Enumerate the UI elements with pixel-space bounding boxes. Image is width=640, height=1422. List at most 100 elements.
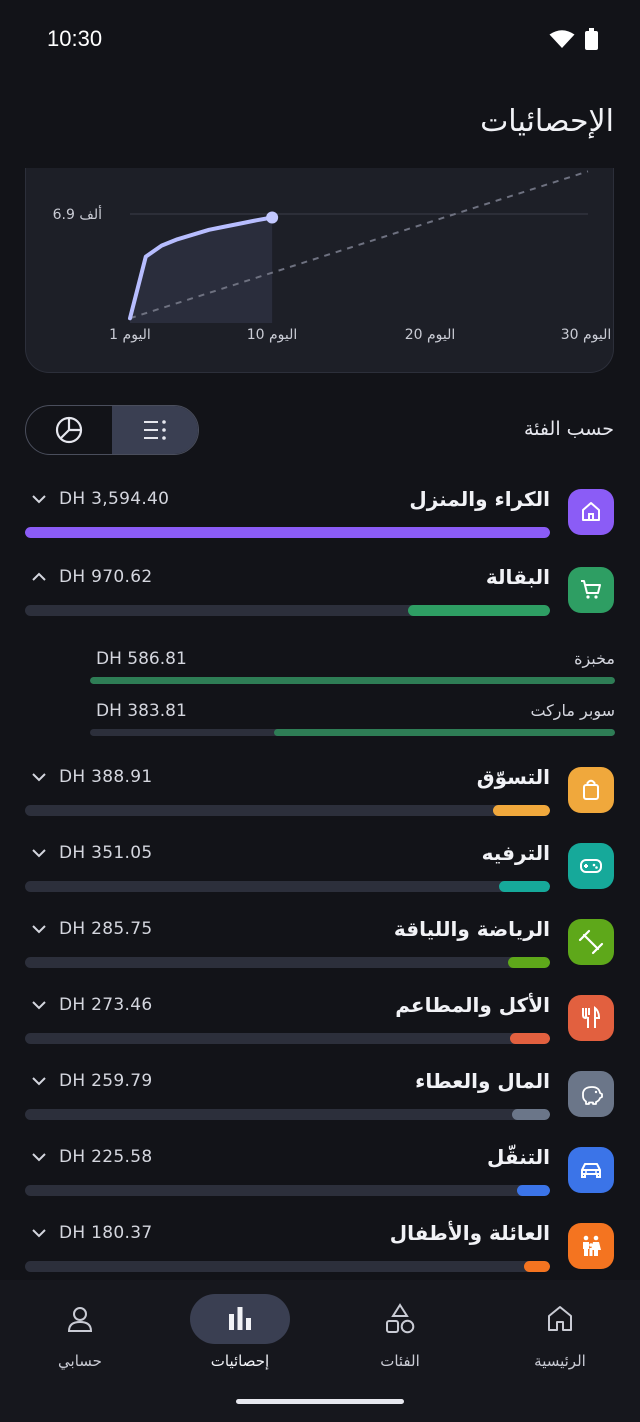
- list-view-button[interactable]: [112, 406, 198, 454]
- category-progress-bar: [25, 1033, 550, 1044]
- category-amount: DH 970.62: [59, 567, 153, 587]
- subcategory-row[interactable]: مخبزة DH 586.81: [90, 649, 615, 689]
- shapes-icon: [386, 1303, 415, 1334]
- category-progress-fill: [408, 605, 550, 616]
- by-category-label: حسب الفئة: [524, 418, 614, 440]
- nav-label-statistics: إحصائيات: [210, 1352, 270, 1370]
- gamepad-icon: [580, 859, 602, 873]
- chevron-up-icon[interactable]: [31, 569, 47, 589]
- category-row[interactable]: التنقّل DH 225.58: [25, 1145, 614, 1205]
- category-name: التنقّل: [487, 1145, 550, 1169]
- chevron-down-icon[interactable]: [31, 1225, 47, 1245]
- bag-icon: [583, 779, 599, 800]
- category-progress-fill: [512, 1109, 550, 1120]
- status-bar: 10:30: [0, 0, 640, 80]
- bar-chart-icon: [229, 1307, 251, 1330]
- subcategory-progress-bar: [90, 677, 615, 684]
- pie-chart-icon: [55, 416, 83, 444]
- chevron-down-icon[interactable]: [31, 1073, 47, 1093]
- utensils-icon: [582, 1005, 601, 1028]
- cart-icon: [581, 580, 601, 599]
- status-time: 10:30: [47, 26, 103, 51]
- nav-label-home: الرئيسية: [534, 1352, 586, 1370]
- category-name: البقالة: [485, 565, 550, 589]
- chevron-down-icon[interactable]: [31, 845, 47, 865]
- category-progress-fill: [25, 527, 550, 538]
- category-name: الكراء والمنزل: [409, 487, 550, 511]
- category-amount: DH 388.91: [59, 767, 153, 787]
- category-progress-fill: [508, 957, 550, 968]
- chevron-down-icon[interactable]: [31, 769, 47, 789]
- piggy-bank-icon: [582, 1086, 603, 1105]
- subcategory-progress-fill: [273, 729, 615, 736]
- category-name: الأكل والمطاعم: [395, 993, 550, 1017]
- x-tick-label-20: اليوم 20: [405, 327, 456, 343]
- category-row[interactable]: الأكل والمطاعم DH 273.46: [25, 993, 614, 1053]
- pie-view-button[interactable]: [26, 406, 112, 454]
- nav-profile[interactable]: حسابي: [0, 1294, 160, 1370]
- category-icon-badge: [568, 489, 614, 535]
- category-icon-badge: [568, 1147, 614, 1193]
- category-progress-bar: [25, 881, 550, 892]
- category-progress-fill: [510, 1033, 550, 1044]
- category-progress-bar: [25, 957, 550, 968]
- category-icon-badge: [568, 567, 614, 613]
- category-name: العائلة والأطفال: [389, 1221, 550, 1245]
- category-progress-fill: [516, 1185, 550, 1196]
- category-icon-badge: [568, 919, 614, 965]
- category-progress-bar: [25, 605, 550, 616]
- category-amount: DH 273.46: [59, 995, 153, 1015]
- category-amount: DH 225.58: [59, 1147, 153, 1167]
- category-name: المال والعطاء: [415, 1069, 550, 1093]
- x-tick-label-30: اليوم 30: [561, 327, 612, 343]
- category-row[interactable]: البقالة DH 970.62: [25, 565, 614, 625]
- category-name: الرياضة واللياقة: [393, 917, 550, 941]
- category-icon-badge: [568, 1071, 614, 1117]
- nav-home[interactable]: الرئيسية: [480, 1294, 640, 1370]
- status-icons: [549, 28, 598, 50]
- car-icon: [581, 1163, 601, 1178]
- chart-current-point: [266, 211, 279, 224]
- category-amount: DH 3,594.40: [59, 489, 170, 509]
- category-row[interactable]: التسوّق DH 388.91: [25, 765, 614, 825]
- subcategory-amount: DH 586.81: [96, 649, 187, 669]
- subcategory-name: مخبزة: [574, 649, 615, 668]
- nav-categories[interactable]: الفئات: [320, 1294, 480, 1370]
- category-row[interactable]: المال والعطاء DH 259.79: [25, 1069, 614, 1129]
- subcategory-row[interactable]: سوبر ماركت DH 383.81: [90, 701, 615, 741]
- page-title: الإحصائيات: [480, 104, 614, 139]
- category-row[interactable]: العائلة والأطفال DH 180.37: [25, 1221, 614, 1281]
- subcategory-progress-fill: [90, 677, 615, 684]
- category-icon-badge: [568, 767, 614, 813]
- wifi-icon: [549, 30, 575, 48]
- category-icon-badge: [568, 843, 614, 889]
- chevron-down-icon[interactable]: [31, 921, 47, 941]
- category-row[interactable]: الترفيه DH 351.05: [25, 841, 614, 901]
- category-row[interactable]: الرياضة واللياقة DH 285.75: [25, 917, 614, 977]
- category-amount: DH 351.05: [59, 843, 153, 863]
- user-icon: [67, 1307, 93, 1332]
- subcategory-amount: DH 383.81: [96, 701, 187, 721]
- category-amount: DH 259.79: [59, 1071, 153, 1091]
- nav-label-profile: حسابي: [58, 1352, 102, 1370]
- category-progress-fill: [523, 1261, 550, 1272]
- category-row[interactable]: الكراء والمنزل DH 3,594.40: [25, 487, 614, 547]
- x-tick-label-10: اليوم 10: [247, 327, 298, 343]
- spending-line-chart: 6.9 ألف اليوم 1 اليوم 10 اليوم 20 اليوم …: [53, 170, 612, 343]
- category-amount: DH 285.75: [59, 919, 153, 939]
- subcategory-progress-bar: [90, 729, 615, 736]
- dumbbell-icon: [578, 929, 604, 955]
- x-tick-label-1: اليوم 1: [109, 327, 151, 343]
- chevron-down-icon[interactable]: [31, 997, 47, 1017]
- chevron-down-icon[interactable]: [31, 491, 47, 511]
- nav-statistics[interactable]: إحصائيات: [160, 1294, 320, 1370]
- chevron-down-icon[interactable]: [31, 1149, 47, 1169]
- category-icon-badge: [568, 995, 614, 1041]
- home-icon: [548, 1306, 572, 1331]
- view-toggle: [25, 405, 199, 455]
- nav-label-categories: الفئات: [380, 1352, 420, 1370]
- home-indicator: [236, 1399, 404, 1404]
- category-name: التسوّق: [476, 765, 550, 789]
- battery-icon: [585, 28, 598, 50]
- category-progress-bar: [25, 1109, 550, 1120]
